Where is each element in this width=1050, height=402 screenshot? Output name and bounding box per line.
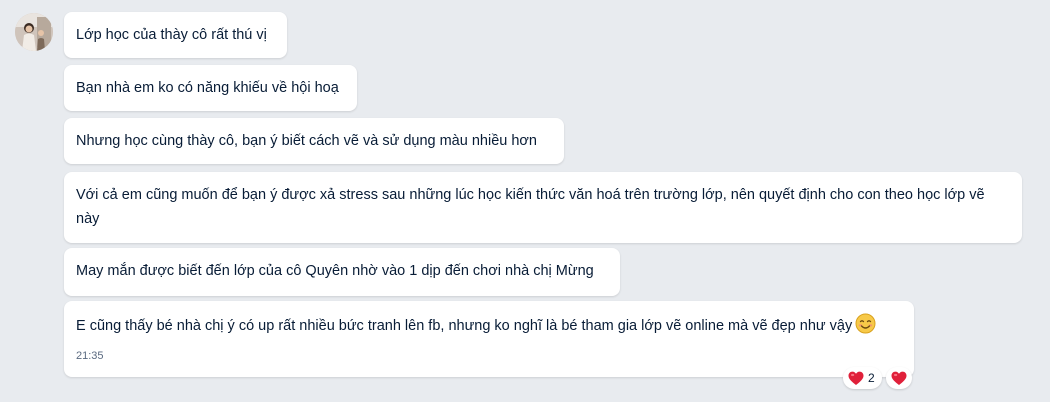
add-reaction-button[interactable] xyxy=(885,367,912,389)
heart-icon xyxy=(891,371,907,385)
message-bubble[interactable]: Nhưng học cùng thày cô, bạn ý biết cách … xyxy=(64,118,564,164)
message-text: Lớp học của thày cô rất thú vị xyxy=(76,27,267,43)
message-bubble[interactable]: Lớp học của thày cô rất thú vị xyxy=(64,12,287,58)
message-text: E cũng thấy bé nhà chị ý có up rất nhiều… xyxy=(76,318,853,334)
smiling-face-icon xyxy=(855,313,876,342)
message-bubble[interactable]: May mắn được biết đến lớp của cô Quyên n… xyxy=(64,248,620,296)
heart-icon xyxy=(848,371,864,385)
message-bubble[interactable]: Bạn nhà em ko có năng khiếu về hội hoạ xyxy=(64,65,357,111)
message-text: Với cả em cũng muốn để bạn ý được xả str… xyxy=(76,187,985,227)
reaction-summary[interactable]: 2 xyxy=(843,367,882,389)
message-bubble[interactable]: Với cả em cũng muốn để bạn ý được xả str… xyxy=(64,172,1022,243)
message-text: Nhưng học cùng thày cô, bạn ý biết cách … xyxy=(76,133,537,149)
reaction-bar: 2 xyxy=(843,367,912,389)
message-timestamp: 21:35 xyxy=(76,350,104,362)
reaction-count: 2 xyxy=(868,371,875,385)
message-text: Bạn nhà em ko có năng khiếu về hội hoạ xyxy=(76,80,339,96)
message-bubble[interactable]: E cũng thấy bé nhà chị ý có up rất nhiều… xyxy=(64,301,914,377)
message-text: May mắn được biết đến lớp của cô Quyên n… xyxy=(76,263,594,279)
avatar[interactable] xyxy=(15,13,53,51)
